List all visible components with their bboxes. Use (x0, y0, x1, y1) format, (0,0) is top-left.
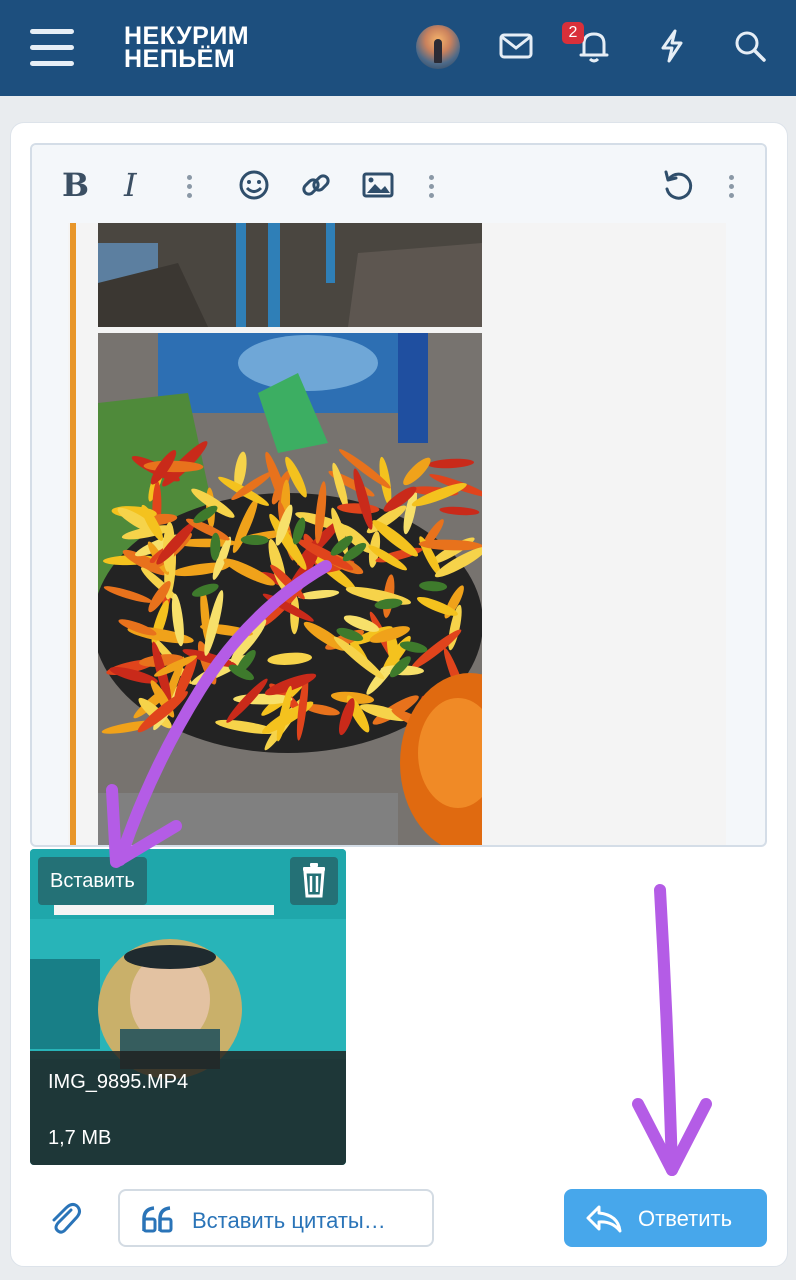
logo-line-2: НЕПЬЁМ (124, 45, 236, 73)
more-options-icon[interactable] (429, 175, 435, 202)
insert-quotes-button[interactable]: Вставить цитаты… (118, 1189, 434, 1247)
reply-label: Ответить (638, 1206, 733, 1231)
image-icon[interactable] (360, 167, 396, 203)
attachment-info: IMG_9895.MP4 1,7 MB (30, 1051, 346, 1165)
more-options-icon[interactable] (187, 175, 193, 202)
editor-toolbar: B I (32, 145, 765, 223)
lightning-icon[interactable] (652, 26, 692, 66)
insert-attachment-button[interactable]: Вставить (38, 857, 147, 905)
top-bar: НЕКУРИМ НЕПЬЁМ 2 (0, 0, 796, 96)
mail-icon[interactable] (496, 26, 536, 66)
trash-icon (303, 863, 325, 898)
reply-button[interactable]: Ответить (564, 1189, 767, 1247)
embedded-photo (98, 223, 482, 327)
site-logo[interactable]: НЕКУРИМ НЕПЬЁМ (124, 24, 249, 73)
attachment-thumbnail[interactable]: Вставить IMG_9895.MP4 1,7 MB (30, 849, 346, 1165)
link-icon[interactable] (298, 167, 334, 203)
quote-icon (142, 1206, 173, 1233)
notification-badge: 2 (562, 22, 584, 44)
more-options-icon[interactable] (729, 175, 735, 202)
avatar[interactable] (416, 25, 460, 69)
reply-icon (586, 1205, 622, 1233)
quote-bar (70, 223, 76, 845)
embedded-photo (98, 333, 482, 845)
emoji-icon[interactable] (236, 167, 272, 203)
undo-icon[interactable] (660, 167, 696, 203)
menu-icon[interactable] (30, 29, 74, 67)
paperclip-icon (52, 1202, 81, 1234)
message-editor[interactable]: B I (30, 143, 767, 847)
italic-button[interactable]: I (124, 167, 137, 203)
file-size: 1,7 MB (48, 1127, 112, 1149)
bold-button[interactable]: B (62, 167, 89, 203)
delete-attachment-button[interactable] (290, 857, 338, 905)
search-icon[interactable] (730, 26, 770, 66)
attach-files-button[interactable] (44, 1198, 84, 1238)
insert-quotes-label: Вставить цитаты… (192, 1208, 386, 1233)
file-name: IMG_9895.MP4 (48, 1071, 189, 1093)
